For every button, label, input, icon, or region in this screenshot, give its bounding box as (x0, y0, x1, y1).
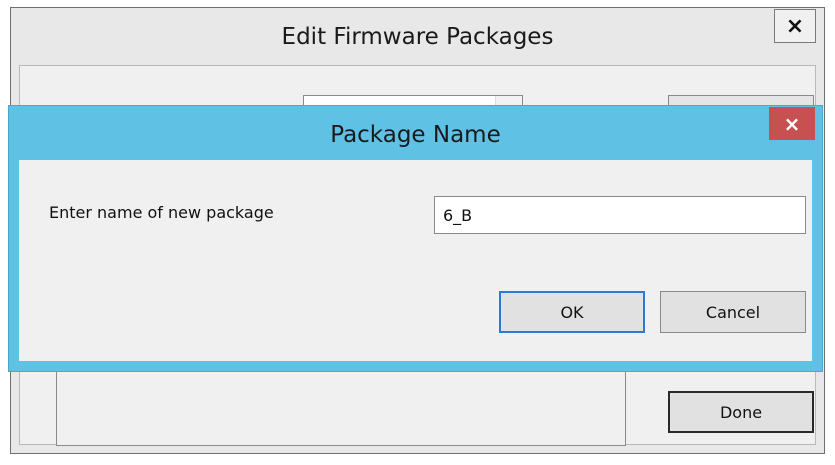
done-button[interactable]: Done (668, 391, 814, 433)
cancel-button[interactable]: Cancel (660, 291, 806, 333)
parent-close-button[interactable]: × (774, 9, 816, 43)
modal-close-button[interactable]: × (769, 107, 815, 140)
parent-dialog-title: Edit Firmware Packages (281, 24, 554, 50)
close-icon: × (785, 13, 805, 39)
package-name-prompt: Enter name of new package (49, 203, 274, 222)
modal-dialog-title: Package Name (330, 122, 501, 148)
package-name-input[interactable] (434, 196, 806, 234)
close-icon: × (783, 111, 801, 136)
ok-button[interactable]: OK (499, 291, 645, 333)
parent-titlebar[interactable]: Edit Firmware Packages × (11, 8, 824, 65)
modal-client-area: Enter name of new package OK Cancel (19, 160, 812, 361)
package-contents-box (56, 366, 626, 446)
package-name-dialog: Package Name × Enter name of new package… (8, 105, 823, 372)
